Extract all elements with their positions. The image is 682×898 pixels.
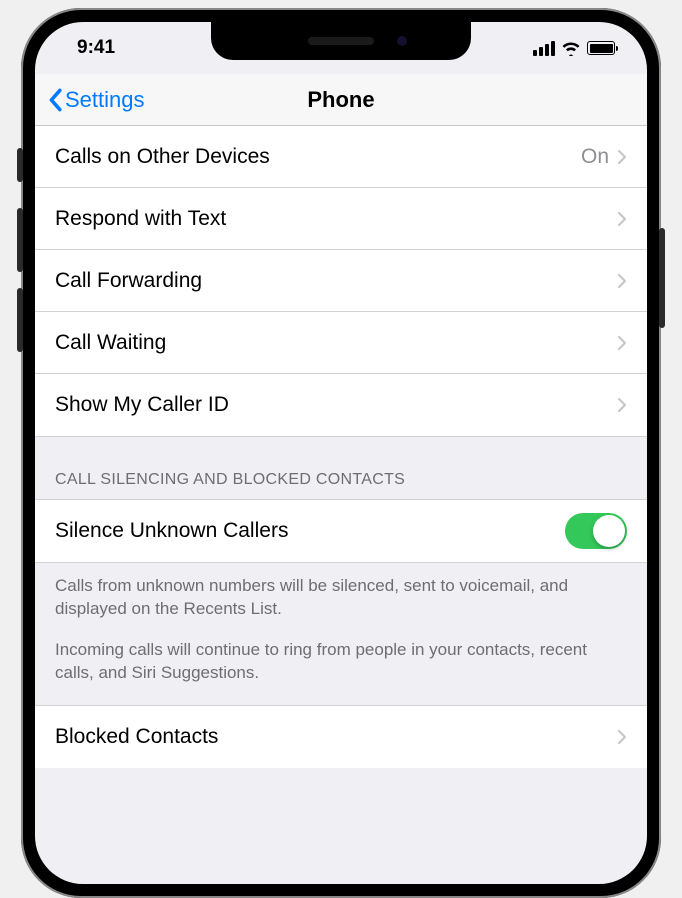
calls-on-other-devices-row[interactable]: Calls on Other Devices On [35,126,647,188]
speaker-grille [308,37,374,45]
volume-up-button [17,208,23,272]
power-button [659,228,665,328]
silence-unknown-toggle[interactable] [565,513,627,549]
row-label: Call Waiting [55,331,617,355]
chevron-right-icon [617,211,627,227]
chevron-right-icon [617,149,627,165]
row-label: Call Forwarding [55,269,617,293]
status-time: 9:41 [67,37,115,59]
section-footer-silencing: Calls from unknown numbers will be silen… [35,562,647,706]
row-label: Respond with Text [55,207,617,231]
row-value: On [581,145,609,169]
toggle-knob [593,515,625,547]
back-button[interactable]: Settings [47,87,145,113]
notch [211,22,471,60]
screen: 9:41 Settings Phone Calls on Other Devic… [35,22,647,884]
nav-bar: Settings Phone [35,74,647,126]
chevron-left-icon [47,88,63,112]
blocked-contacts-row[interactable]: Blocked Contacts [35,706,647,768]
status-icons [533,41,615,56]
chevron-right-icon [617,273,627,289]
battery-icon [587,41,615,55]
chevron-right-icon [617,729,627,745]
respond-with-text-row[interactable]: Respond with Text [35,188,647,250]
mute-switch [17,148,23,182]
footer-text-2: Incoming calls will continue to ring fro… [55,639,627,685]
phone-frame: 9:41 Settings Phone Calls on Other Devic… [21,8,661,898]
cellular-signal-icon [533,41,555,56]
chevron-right-icon [617,335,627,351]
front-camera [397,36,407,46]
blocked-group: Blocked Contacts [35,706,647,768]
row-label: Blocked Contacts [55,725,617,749]
wifi-icon [561,41,581,56]
row-label: Silence Unknown Callers [55,519,565,543]
row-label: Calls on Other Devices [55,145,581,169]
chevron-right-icon [617,397,627,413]
section-header-silencing: CALL SILENCING AND BLOCKED CONTACTS [35,436,647,500]
call-forwarding-row[interactable]: Call Forwarding [35,250,647,312]
back-label: Settings [65,87,145,113]
silence-unknown-callers-row[interactable]: Silence Unknown Callers [35,500,647,562]
call-waiting-row[interactable]: Call Waiting [35,312,647,374]
volume-down-button [17,288,23,352]
show-my-caller-id-row[interactable]: Show My Caller ID [35,374,647,436]
footer-text-1: Calls from unknown numbers will be silen… [55,575,627,621]
silencing-group: Silence Unknown Callers [35,500,647,562]
row-label: Show My Caller ID [55,393,617,417]
calls-group: Calls on Other Devices On Respond with T… [35,126,647,436]
